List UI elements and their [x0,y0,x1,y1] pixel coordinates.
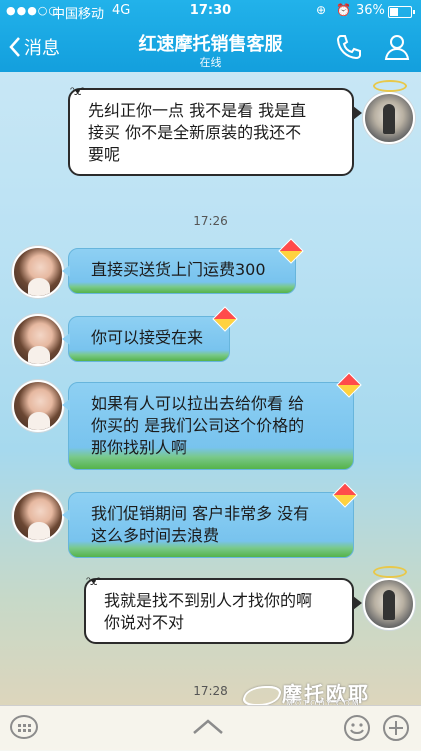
message-bubble-received[interactable]: 你可以接受在来 [62,316,230,362]
watermark: 摩托欧耶 MOTOOY.COM [240,680,374,708]
message-text: 先纠正你一点 我不是看 我是直 [88,101,307,120]
smile-icon[interactable] [343,714,371,742]
agent-avatar[interactable] [12,490,64,542]
message-bubble-sent[interactable]: 我就是找不到别人才找你的啊 你说对不对 [84,578,362,644]
plus-icon[interactable] [382,714,410,742]
top-bar: ●●●○○ 中国移动 4G 17:30 ⊕ ⏰ 36% 消息 红速摩托销售客服 … [0,0,421,72]
message-text: 你可以接受在来 [91,328,204,347]
message-text: 那你找别人啊 [91,438,188,457]
chevron-up-icon[interactable] [190,716,226,738]
phone-icon[interactable] [335,33,363,61]
battery-icon [388,6,415,18]
message-text: 直接买送货上门运费300 [91,260,266,279]
rotation-lock-icon: ⊕ [316,3,327,17]
input-toolbar [0,705,421,751]
my-avatar[interactable] [363,578,415,630]
message-text: 接买 你不是全新原装的我还不 [88,123,302,142]
halo-decoration [373,80,407,92]
alarm-icon: ⏰ [336,3,351,17]
person-icon[interactable] [382,32,412,62]
message-text: 如果有人可以拉出去给你看 给 [91,394,305,413]
message-text: 我们促销期间 客户非常多 没有 [91,504,310,523]
message-text: 要呢 [88,145,121,164]
message-bubble-sent[interactable]: 先纠正你一点 我不是看 我是直 接买 你不是全新原装的我还不 要呢 [68,88,362,176]
battery-percent: 36% [356,3,385,18]
bubble-eyes-decoration: ᵔᴥᵔ [70,84,85,98]
halo-decoration [373,566,407,578]
message-text: 这么多时间去浪费 [91,526,220,545]
message-text: 你买的 是我们公司这个价格的 [91,416,305,435]
agent-avatar[interactable] [12,380,64,432]
message-bubble-received[interactable]: 如果有人可以拉出去给你看 给 你买的 是我们公司这个价格的 那你找别人啊 [62,382,354,470]
agent-avatar[interactable] [12,314,64,366]
message-bubble-received[interactable]: 我们促销期间 客户非常多 没有 这么多时间去浪费 [62,492,354,558]
agent-avatar[interactable] [12,246,64,298]
my-avatar[interactable] [363,92,415,144]
message-text: 我就是找不到别人才找你的啊 [104,591,313,610]
bubble-eyes-decoration: ᵔᴥᵔ [86,574,101,588]
status-bar: ●●●○○ 中国移动 4G 17:30 ⊕ ⏰ 36% [0,0,421,22]
message-text: 你说对不对 [104,613,185,632]
message-bubble-received[interactable]: 直接买送货上门运费300 [62,248,296,294]
keyboard-icon[interactable] [10,715,38,739]
timestamp: 17:26 [193,214,228,228]
watermark-logo-icon [240,686,284,706]
